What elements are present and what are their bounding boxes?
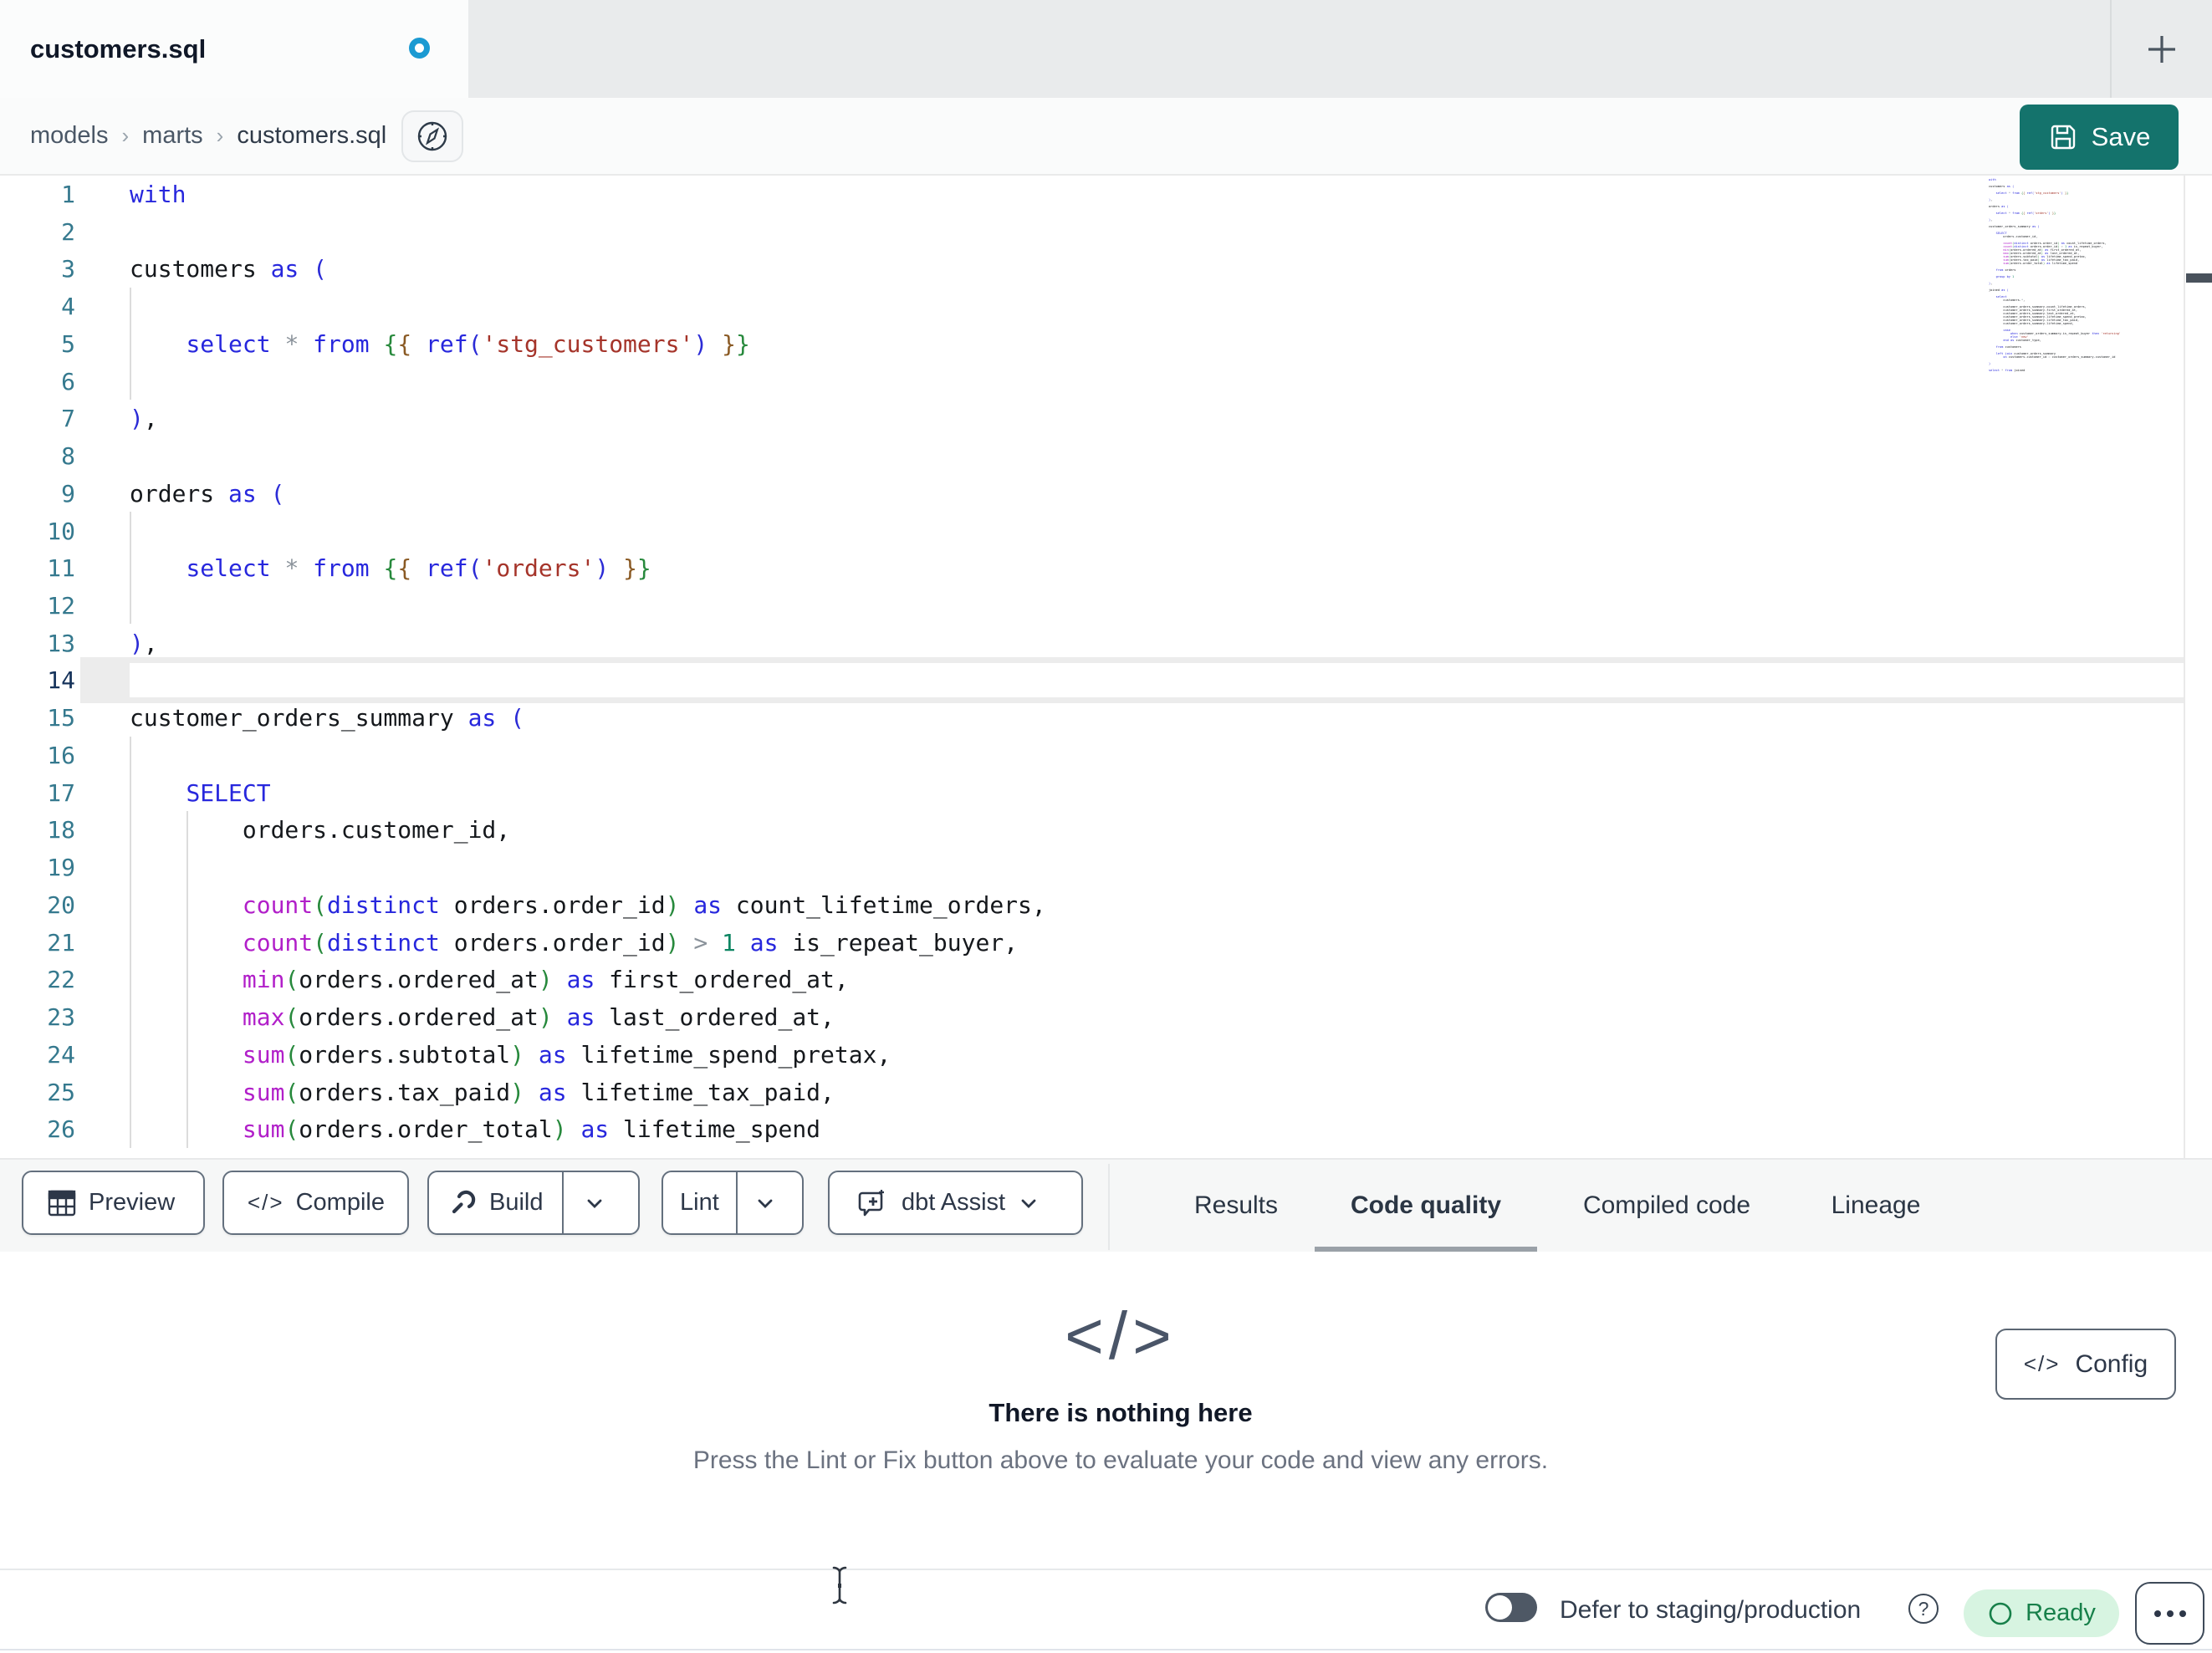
chevron-down-icon (758, 1199, 773, 1208)
lint-dropdown-button[interactable] (738, 1172, 793, 1233)
empty-state-title: There is nothing here (989, 1398, 1253, 1427)
save-button[interactable]: Save (2020, 105, 2179, 170)
compass-icon (418, 121, 447, 151)
tab-bar-filler (468, 0, 2110, 99)
defer-toggle[interactable] (1485, 1593, 1537, 1622)
code-brackets-icon: </> (1065, 1298, 1177, 1373)
unsaved-changes-indicator (409, 38, 430, 59)
ide-status-label: Ready (2026, 1599, 2096, 1626)
breadcrumb-current-file: customers.sql (237, 122, 387, 149)
breadcrumb-marts[interactable]: marts (142, 122, 203, 150)
build-split-button: Build (427, 1171, 640, 1235)
compile-button-label: Compile (295, 1189, 385, 1216)
editor-tab-bar: customers.sql (0, 0, 2212, 99)
panel-toolbar: Preview </> Compile Build Lint dbt Assis… (0, 1158, 2212, 1253)
tab-lineage[interactable]: Lineage (1800, 1160, 1952, 1252)
code-icon: </> (2023, 1351, 2061, 1376)
status-bar: Defer to staging/production ? Ready (0, 1569, 2212, 1653)
breadcrumb: models › marts › customers.sql (30, 122, 386, 150)
assist-chat-sparkle-icon (858, 1189, 884, 1216)
toolbar-tabs-divider (1108, 1164, 1110, 1250)
config-button-label: Config (2075, 1349, 2148, 1378)
empty-state: </> There is nothing here Press the Lint… (0, 1252, 2212, 1475)
preview-button[interactable]: Preview (22, 1171, 205, 1235)
save-button-label: Save (2091, 122, 2151, 151)
build-button-label: Build (489, 1189, 544, 1216)
dbt-ide-window: customers.sql models › marts › customers… (0, 0, 2212, 1653)
breadcrumb-row: models › marts › customers.sql Save (0, 98, 2212, 176)
plus-icon (2148, 35, 2175, 63)
ide-status-badge[interactable]: Ready (1964, 1589, 2119, 1637)
tab-compiled-code[interactable]: Compiled code (1562, 1160, 1771, 1252)
overview-ruler-mark (2186, 273, 2212, 283)
ready-circle-icon (1989, 1602, 2012, 1625)
tab-customers-sql[interactable]: customers.sql (0, 0, 468, 98)
editor-right-border (2184, 176, 2185, 1158)
build-dropdown-button[interactable] (564, 1172, 626, 1233)
build-button[interactable]: Build (429, 1172, 562, 1233)
toggle-knob (1488, 1595, 1512, 1620)
chevron-down-icon (587, 1199, 601, 1208)
compile-button[interactable]: </> Compile (222, 1171, 409, 1235)
window-bottom-edge (0, 1649, 2212, 1650)
code-icon: </> (248, 1190, 284, 1215)
breadcrumb-separator: › (121, 123, 130, 148)
lint-button[interactable]: Lint (663, 1172, 736, 1233)
preview-button-label: Preview (89, 1189, 176, 1216)
tab-results[interactable]: Results (1178, 1160, 1295, 1252)
empty-state-subtitle: Press the Lint or Fix button above to ev… (692, 1446, 1549, 1474)
chevron-down-icon (1021, 1199, 1036, 1208)
lint-split-button: Lint (662, 1171, 804, 1235)
help-icon[interactable]: ? (1908, 1594, 1939, 1624)
config-button[interactable]: </> Config (1995, 1329, 2176, 1400)
tab-code-quality[interactable]: Code quality (1315, 1160, 1537, 1252)
tab-title: customers.sql (30, 33, 207, 64)
code-editor[interactable]: 1 with 2 3 customers as (4 5 select * from {{… (0, 176, 2212, 1158)
table-icon (48, 1190, 76, 1216)
new-tab-button[interactable] (2110, 0, 2212, 99)
breadcrumb-separator: › (216, 123, 224, 148)
dbt-assist-label: dbt Assist (902, 1189, 1006, 1216)
code-quality-panel: </> There is nothing here Press the Lint… (0, 1252, 2212, 1569)
wrench-icon (452, 1190, 476, 1213)
lint-button-label: Lint (680, 1189, 719, 1216)
ellipsis-icon (2153, 1610, 2161, 1617)
dbt-assist-button[interactable]: dbt Assist (828, 1171, 1083, 1235)
breadcrumb-models[interactable]: models (30, 122, 109, 150)
explore-lineage-button[interactable] (401, 110, 464, 162)
text-cursor-pointer (832, 1566, 847, 1605)
save-floppy-icon (2051, 125, 2075, 150)
defer-label: Defer to staging/production (1560, 1595, 1862, 1624)
more-options-button[interactable] (2135, 1582, 2204, 1645)
editor-minimap[interactable]: with customers as ( select * from {{ ref(… (1989, 178, 2178, 372)
